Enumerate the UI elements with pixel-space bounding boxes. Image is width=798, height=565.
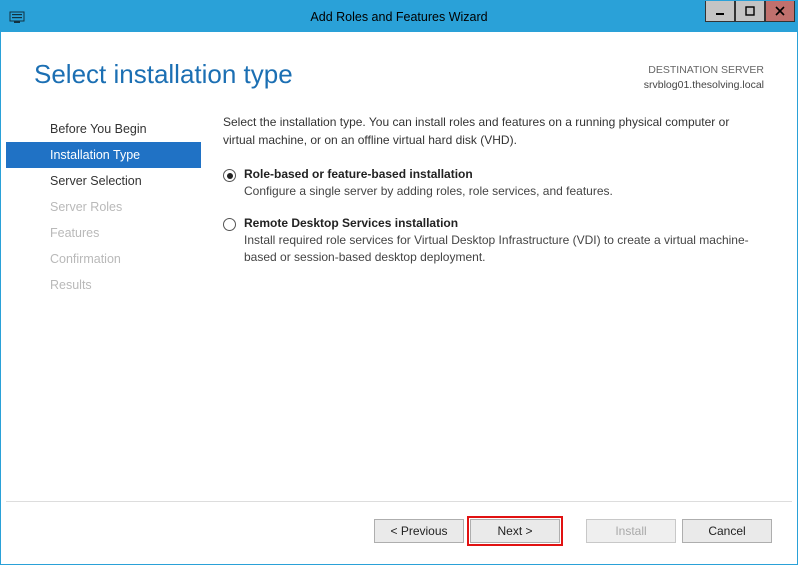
destination-block: DESTINATION SERVER srvblog01.thesolving.…: [644, 59, 764, 92]
destination-value: srvblog01.thesolving.local: [644, 78, 764, 93]
app-icon: [9, 9, 25, 25]
body-row: Before You Begin Installation Type Serve…: [6, 102, 792, 501]
wizard-footer: < Previous Next > Install Cancel: [6, 501, 792, 559]
maximize-button[interactable]: [735, 1, 765, 22]
radio-role-based[interactable]: [223, 169, 236, 182]
previous-button[interactable]: < Previous: [374, 519, 464, 543]
page-title: Select installation type: [34, 59, 293, 92]
next-button[interactable]: Next >: [470, 519, 560, 543]
radio-rds[interactable]: [223, 218, 236, 231]
sidebar-item-results: Results: [6, 272, 201, 298]
titlebar: Add Roles and Features Wizard: [1, 1, 797, 32]
sidebar-item-server-selection[interactable]: Server Selection: [6, 168, 201, 194]
content-area: Select installation type DESTINATION SER…: [1, 32, 797, 564]
window-controls: [705, 1, 797, 22]
sidebar-item-server-roles: Server Roles: [6, 194, 201, 220]
option-rds[interactable]: Remote Desktop Services installation Ins…: [223, 216, 764, 266]
sidebar-item-features: Features: [6, 220, 201, 246]
main-pane: Select the installation type. You can in…: [201, 102, 764, 501]
close-button[interactable]: [765, 1, 795, 22]
option-role-based-desc: Configure a single server by adding role…: [244, 183, 764, 200]
destination-label: DESTINATION SERVER: [644, 63, 764, 78]
minimize-button[interactable]: [705, 1, 735, 22]
option-role-based-text: Role-based or feature-based installation…: [244, 167, 764, 200]
header-row: Select installation type DESTINATION SER…: [6, 37, 792, 102]
wizard-sidebar: Before You Begin Installation Type Serve…: [6, 102, 201, 501]
sidebar-item-installation-type[interactable]: Installation Type: [6, 142, 201, 168]
option-rds-desc: Install required role services for Virtu…: [244, 232, 764, 266]
intro-text: Select the installation type. You can in…: [223, 114, 764, 149]
inner-panel: Select installation type DESTINATION SER…: [5, 36, 793, 560]
install-button: Install: [586, 519, 676, 543]
cancel-button[interactable]: Cancel: [682, 519, 772, 543]
window-title: Add Roles and Features Wizard: [310, 10, 487, 24]
sidebar-item-before-you-begin[interactable]: Before You Begin: [6, 116, 201, 142]
sidebar-item-confirmation: Confirmation: [6, 246, 201, 272]
option-rds-title: Remote Desktop Services installation: [244, 216, 764, 230]
option-role-based-title: Role-based or feature-based installation: [244, 167, 764, 181]
option-rds-text: Remote Desktop Services installation Ins…: [244, 216, 764, 266]
wizard-window: Add Roles and Features Wizard Select ins…: [0, 0, 798, 565]
option-role-based[interactable]: Role-based or feature-based installation…: [223, 167, 764, 200]
